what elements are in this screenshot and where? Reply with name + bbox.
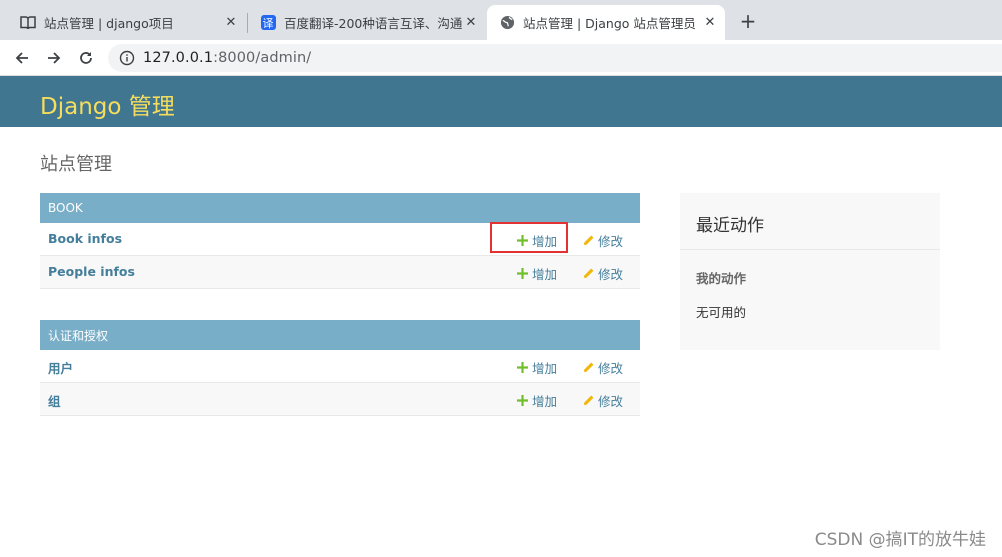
my-actions-heading: 我的动作	[696, 271, 747, 286]
admin-header: Django 管理	[0, 76, 1002, 127]
table-row: 组 增加 修改	[40, 383, 640, 416]
add-link[interactable]: 增加	[517, 358, 557, 377]
browser-tab-bar: 站点管理 | django项目 ✕ 译 百度翻译-200种语言互译、沟通全 ✕ …	[0, 0, 1002, 40]
app-module-auth: 认证和授权 用户 增加 修改 组 增加 修改	[40, 320, 640, 416]
back-button[interactable]	[10, 46, 34, 70]
site-branding[interactable]: Django 管理	[40, 87, 175, 121]
recent-actions-title: 最近动作	[696, 216, 764, 236]
close-tab-icon[interactable]: ✕	[462, 14, 480, 32]
pencil-icon	[584, 395, 594, 405]
info-icon[interactable]	[119, 50, 135, 66]
pencil-icon	[584, 268, 594, 278]
no-actions-text: 无可用的	[696, 305, 747, 320]
address-bar[interactable]: 127.0.0.1:8000/admin/	[108, 44, 1002, 72]
watermark: CSDN @搞IT的放牛娃	[814, 530, 986, 550]
change-link[interactable]: 修改	[583, 231, 623, 250]
forward-button[interactable]	[42, 46, 66, 70]
plus-icon	[517, 268, 528, 279]
arrow-left-icon	[15, 52, 28, 64]
close-tab-icon[interactable]: ✕	[701, 14, 719, 32]
change-link[interactable]: 修改	[583, 358, 623, 377]
close-tab-icon[interactable]: ✕	[222, 14, 240, 32]
translate-icon: 译	[260, 15, 276, 30]
table-row: 用户 增加 修改	[40, 350, 640, 383]
model-link-users[interactable]: 用户	[48, 358, 73, 377]
plus-icon	[517, 362, 528, 373]
table-row: People infos 增加 修改	[40, 256, 640, 289]
pencil-icon	[584, 362, 594, 372]
reload-button[interactable]	[74, 46, 98, 70]
book-icon	[20, 15, 36, 31]
globe-icon	[499, 15, 515, 31]
module-caption[interactable]: 认证和授权	[40, 320, 640, 350]
highlight-box	[490, 222, 568, 253]
pencil-icon	[584, 235, 594, 245]
browser-tab-3-active[interactable]: 站点管理 | Django 站点管理员 ✕	[487, 5, 725, 40]
tab-title: 站点管理 | django项目	[44, 16, 174, 31]
page-title: 站点管理	[40, 154, 112, 175]
model-link-book-infos[interactable]: Book infos	[48, 231, 122, 246]
tab-title: 百度翻译-200种语言互译、沟通全	[284, 16, 462, 31]
module-caption[interactable]: BOOK	[40, 193, 640, 223]
tab-title: 站点管理 | Django 站点管理员	[523, 16, 696, 31]
arrow-right-icon	[48, 52, 61, 64]
plus-icon	[517, 395, 528, 406]
model-link-people-infos[interactable]: People infos	[48, 264, 135, 279]
browser-tab-1[interactable]: 站点管理 | django项目 ✕	[8, 5, 246, 40]
browser-toolbar: 127.0.0.1:8000/admin/	[0, 40, 1002, 76]
add-link[interactable]: 增加	[517, 391, 557, 410]
add-link[interactable]: 增加	[517, 264, 557, 283]
change-link[interactable]: 修改	[583, 264, 623, 283]
divider	[680, 249, 940, 250]
change-link[interactable]: 修改	[583, 391, 623, 410]
reload-icon	[80, 52, 92, 64]
url-text: 127.0.0.1:8000/admin/	[143, 50, 312, 66]
browser-tab-2[interactable]: 译 百度翻译-200种语言互译、沟通全 ✕	[248, 5, 486, 40]
model-link-groups[interactable]: 组	[48, 391, 61, 410]
recent-actions-panel: 最近动作 我的动作 无可用的	[680, 193, 940, 350]
new-tab-button[interactable]: +	[737, 9, 759, 33]
